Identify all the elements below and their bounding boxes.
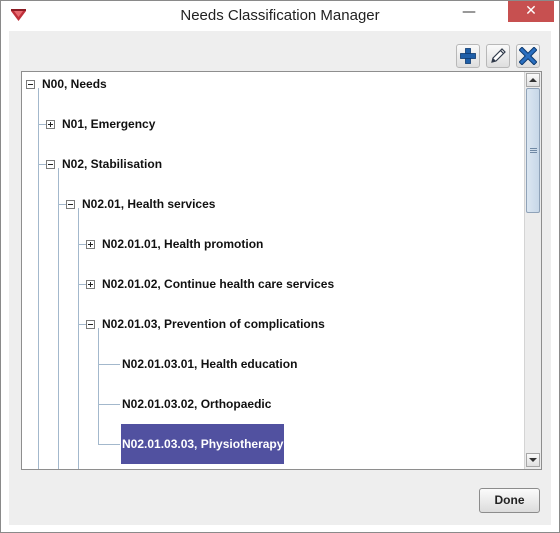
dialog-content: N00, Needs N01, Emergency N02, Stabilisa…: [9, 31, 551, 525]
expand-toggle[interactable]: [86, 280, 95, 289]
arrow-up-icon: [529, 78, 537, 82]
tree-node-stabilisation[interactable]: N02, Stabilisation: [61, 154, 163, 174]
pencil-icon: [491, 48, 506, 63]
plus-icon: [460, 48, 476, 64]
tree-node-health-services[interactable]: N02.01, Health services: [81, 194, 216, 214]
collapse-toggle[interactable]: [66, 200, 75, 209]
dialog-window: Needs Classification Manager — ✕ N00, Ne…: [0, 0, 560, 533]
tree-node-health-education[interactable]: N02.01.03.01, Health education: [121, 354, 298, 374]
scroll-thumb[interactable]: [526, 88, 540, 213]
close-button[interactable]: ✕: [508, 1, 554, 22]
vertical-scrollbar[interactable]: [524, 72, 541, 469]
title-bar[interactable]: Needs Classification Manager — ✕: [1, 1, 559, 31]
tree-connector: [98, 404, 120, 405]
tree-connector: [98, 364, 120, 365]
scroll-up-button[interactable]: [526, 73, 540, 87]
scroll-down-button[interactable]: [526, 453, 540, 467]
tree-node-physiotherapy[interactable]: N02.01.03.03, Physiotherapy: [121, 424, 285, 464]
tree-node-prevention-of-complications[interactable]: N02.01.03, Prevention of complications: [101, 314, 326, 334]
delete-button[interactable]: [516, 44, 540, 68]
tree-connector: [38, 88, 39, 469]
minimize-button[interactable]: —: [457, 5, 481, 21]
collapse-toggle[interactable]: [46, 160, 55, 169]
tree-connector: [58, 168, 59, 469]
tree-node-continue-health-care[interactable]: N02.01.02, Continue health care services: [101, 274, 335, 294]
tree-node-health-promotion[interactable]: N02.01.01, Health promotion: [101, 234, 264, 254]
tree-connector: [98, 444, 120, 445]
expand-toggle[interactable]: [46, 120, 55, 129]
tree-view[interactable]: N00, Needs N01, Emergency N02, Stabilisa…: [22, 72, 523, 469]
collapse-toggle[interactable]: [26, 80, 35, 89]
expand-toggle[interactable]: [86, 240, 95, 249]
tree-connector: [98, 328, 99, 444]
edit-button[interactable]: [486, 44, 510, 68]
needs-tree[interactable]: N00, Needs N01, Emergency N02, Stabilisa…: [21, 71, 542, 470]
tree-node-orthopaedic[interactable]: N02.01.03.02, Orthopaedic: [121, 394, 272, 414]
collapse-toggle[interactable]: [86, 320, 95, 329]
tree-node-needs[interactable]: N00, Needs: [41, 74, 108, 94]
x-icon: [519, 47, 537, 65]
done-button[interactable]: Done: [479, 488, 540, 513]
tree-node-emergency[interactable]: N01, Emergency: [61, 114, 156, 134]
tree-connector: [78, 208, 79, 469]
add-button[interactable]: [456, 44, 480, 68]
arrow-down-icon: [529, 458, 537, 462]
